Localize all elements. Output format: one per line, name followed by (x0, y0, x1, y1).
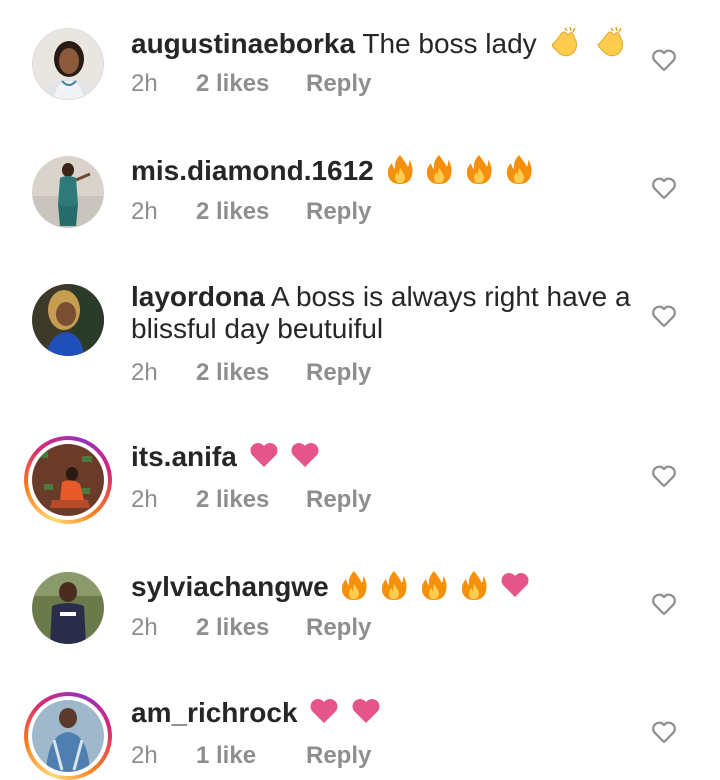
reply-button[interactable]: Reply (306, 358, 371, 388)
reply-button[interactable]: Reply (306, 69, 371, 99)
heart-outline-icon[interactable] (651, 176, 677, 200)
comment-time: 2h (131, 614, 158, 641)
fire-emoji-icon (386, 153, 414, 192)
comment-likes-link[interactable]: 2 likes (196, 485, 269, 515)
clap-emoji-icon (548, 25, 582, 66)
comment-likes-link[interactable]: 2 likes (196, 69, 269, 99)
heart-outline-icon[interactable] (651, 592, 677, 616)
pink-heart-emoji-icon (249, 441, 279, 476)
comment-text: The boss lady (362, 27, 537, 59)
comment-username[interactable]: augustinaeborka (131, 28, 355, 59)
heart-outline-icon[interactable] (651, 48, 677, 72)
avatar-with-story-ring[interactable] (24, 436, 112, 524)
fire-emoji-icon (340, 569, 368, 608)
avatar[interactable] (32, 284, 104, 356)
comment-likes-link[interactable]: 2 likes (196, 358, 269, 388)
fire-emoji-icon (425, 153, 453, 192)
comment-time: 2h (131, 70, 158, 97)
avatar-with-story-ring[interactable] (24, 692, 112, 780)
pink-heart-emoji-icon (500, 571, 530, 606)
fire-emoji-icon (465, 153, 493, 192)
comment-likes-link[interactable]: 2 likes (196, 613, 269, 643)
pink-heart-emoji-icon (309, 697, 339, 732)
fire-emoji-icon (505, 153, 533, 192)
comment-username[interactable]: mis.diamond.1612 (131, 155, 374, 186)
heart-outline-icon[interactable] (651, 304, 677, 328)
heart-outline-icon[interactable] (651, 464, 677, 488)
avatar[interactable] (32, 156, 104, 228)
pink-heart-emoji-icon (351, 697, 381, 732)
comment-time: 2h (131, 486, 158, 513)
reply-button[interactable]: Reply (306, 485, 371, 515)
fire-emoji-icon (380, 569, 408, 608)
pink-heart-emoji-icon (290, 441, 320, 476)
comment-time: 2h (131, 198, 158, 225)
fire-emoji-icon (460, 569, 488, 608)
reply-button[interactable]: Reply (306, 197, 371, 227)
comment-time: 2h (131, 742, 158, 769)
reply-button[interactable]: Reply (306, 741, 371, 771)
comment-username[interactable]: sylviachangwe (131, 571, 329, 602)
avatar[interactable] (32, 28, 104, 100)
comment-time: 2h (131, 359, 158, 386)
fire-emoji-icon (420, 569, 448, 608)
clap-emoji-icon (594, 25, 628, 66)
reply-button[interactable]: Reply (306, 613, 371, 643)
comment-likes-link[interactable]: 2 likes (196, 197, 269, 227)
comment-username[interactable]: its.anifa (131, 441, 237, 472)
heart-outline-icon[interactable] (651, 720, 677, 744)
comment-likes-link[interactable]: 1 like (196, 741, 256, 771)
comment-username[interactable]: layordona (131, 281, 265, 312)
comment-username[interactable]: am_richrock (131, 697, 298, 728)
avatar[interactable] (32, 572, 104, 644)
